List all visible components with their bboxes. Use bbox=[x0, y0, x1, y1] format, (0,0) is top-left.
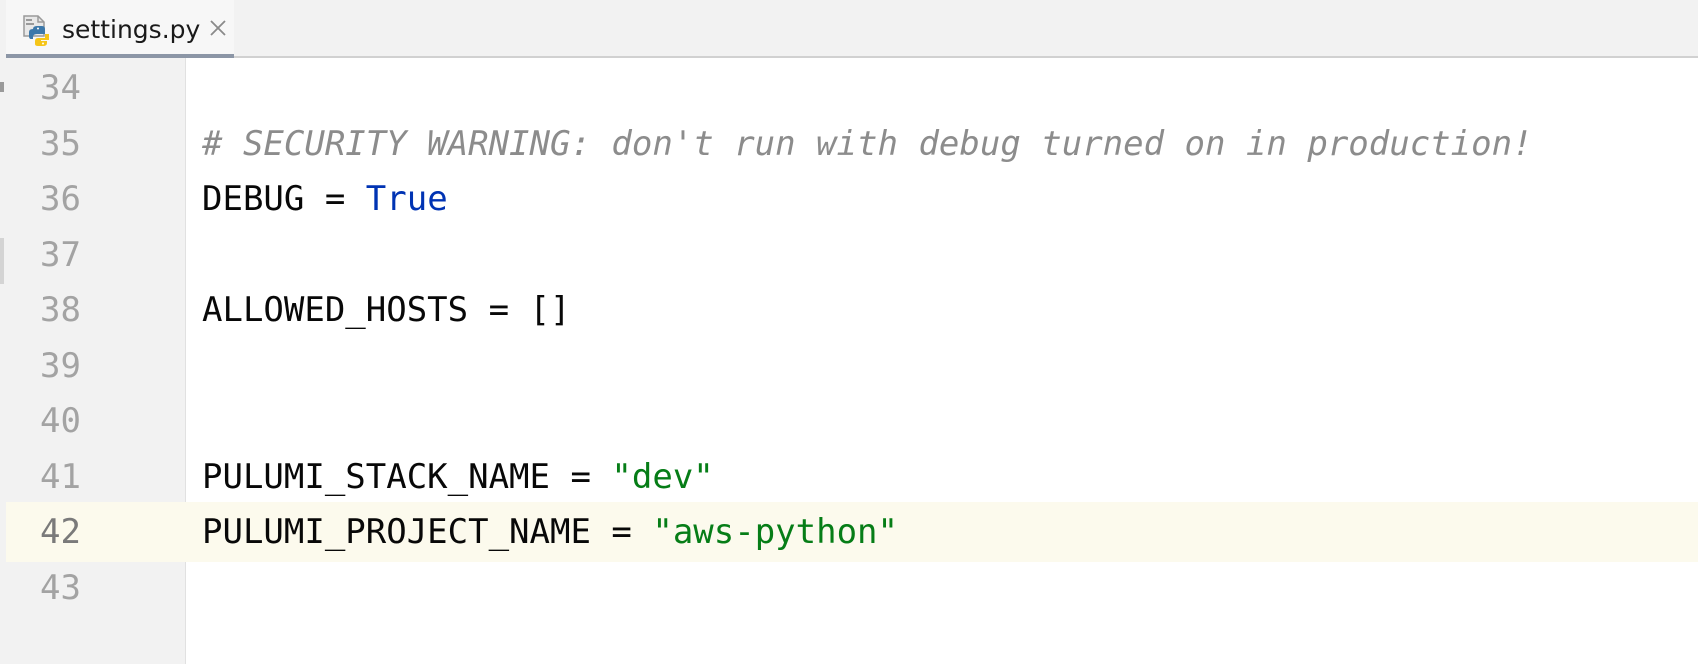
token-ident: ALLOWED_HOSTS bbox=[202, 290, 469, 330]
token-string: "aws-python" bbox=[652, 512, 898, 552]
token-string: "dev" bbox=[611, 456, 714, 497]
line-number: 36 bbox=[40, 179, 81, 219]
tab-label: settings.py bbox=[62, 15, 201, 44]
scroll-marker[interactable] bbox=[0, 238, 4, 284]
token-ident: DEBUG bbox=[202, 179, 305, 219]
line-number: 38 bbox=[40, 290, 81, 330]
token-op: [] bbox=[529, 290, 571, 330]
line-number: 34 bbox=[40, 68, 81, 108]
token-comment: # SECURITY WARNING: don't run with debug… bbox=[202, 123, 1533, 164]
code-line[interactable]: 37 bbox=[6, 225, 1698, 285]
code-line[interactable]: 34 bbox=[6, 58, 1698, 118]
token-ident: PULUMI_STACK_NAME bbox=[202, 456, 550, 497]
line-number: 41 bbox=[40, 456, 81, 497]
code-text: ALLOWED_HOSTS = [] bbox=[202, 280, 570, 340]
code-text: PULUMI_STACK_NAME = "dev" bbox=[202, 447, 714, 507]
tool-strip-marker bbox=[0, 82, 4, 92]
token-op: = bbox=[550, 456, 612, 497]
code-text: DEBUG = True bbox=[202, 169, 448, 229]
tab-settings-py[interactable]: settings.py bbox=[6, 0, 234, 60]
token-ident: PULUMI_PROJECT_NAME bbox=[202, 512, 591, 552]
code-line[interactable]: 43 bbox=[6, 558, 1698, 618]
editor-tab-bar: settings.py bbox=[6, 0, 1698, 60]
token-op: = bbox=[590, 512, 653, 552]
token-keyword: True bbox=[365, 179, 448, 219]
code-line[interactable]: 36 DEBUG = True bbox=[6, 169, 1698, 229]
close-icon[interactable] bbox=[208, 18, 228, 38]
token-op: = bbox=[304, 179, 366, 219]
code-text: # SECURITY WARNING: don't run with debug… bbox=[202, 114, 1533, 174]
line-number: 43 bbox=[40, 567, 81, 608]
ide-editor-window: settings.py 34 35 # SECURITY WARNING: don'… bbox=[0, 0, 1698, 664]
line-number: 35 bbox=[40, 123, 81, 164]
line-number: 39 bbox=[40, 345, 81, 386]
current-code-line[interactable]: 42 PULUMI_PROJECT_NAME = "aws-python" bbox=[6, 502, 1698, 562]
code-line[interactable]: 35 # SECURITY WARNING: don't run with deb… bbox=[6, 114, 1698, 174]
line-number: 40 bbox=[40, 401, 81, 441]
line-number: 37 bbox=[40, 234, 81, 275]
python-file-icon bbox=[22, 14, 52, 48]
code-line[interactable]: 38 ALLOWED_HOSTS = [] bbox=[6, 280, 1698, 340]
code-line[interactable]: 41 PULUMI_STACK_NAME = "dev" bbox=[6, 447, 1698, 507]
code-line[interactable]: 39 bbox=[6, 336, 1698, 396]
line-number: 42 bbox=[6, 502, 186, 562]
token-op: = bbox=[468, 290, 530, 330]
code-text: PULUMI_PROJECT_NAME = "aws-python" bbox=[202, 502, 898, 562]
code-line[interactable]: 40 bbox=[6, 391, 1698, 451]
